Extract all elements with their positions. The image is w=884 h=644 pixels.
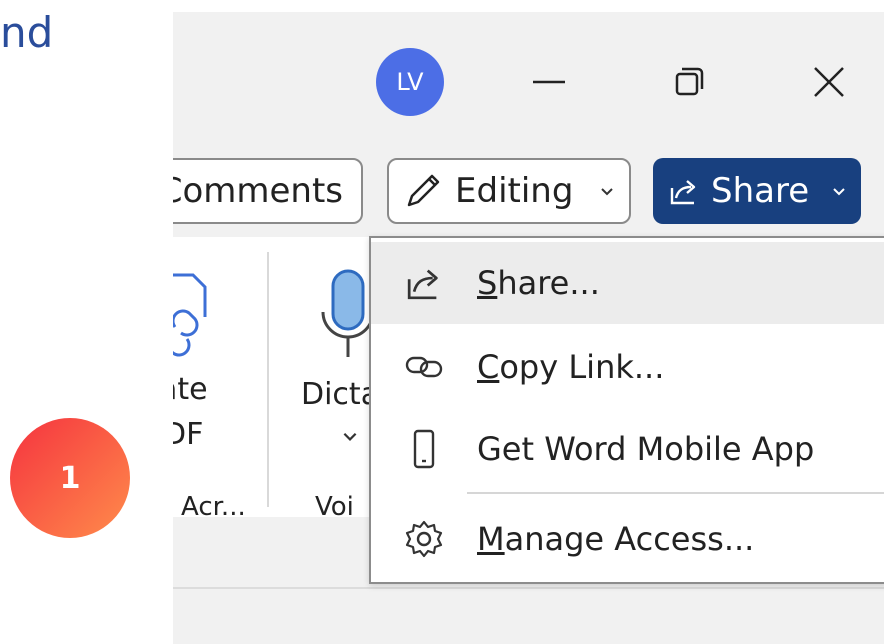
- menu-item-label: Copy Link...: [477, 348, 665, 386]
- step-badge: 1: [10, 418, 130, 538]
- share-dropdown-menu: Share... Copy Link... Get Word Mobile Ap…: [369, 236, 884, 584]
- close-icon[interactable]: [801, 54, 857, 110]
- page-heading: nd: [0, 0, 150, 80]
- heading-text: nd: [0, 8, 54, 57]
- menu-item-label: Manage Access...: [477, 520, 755, 558]
- mobile-phone-icon: [413, 429, 435, 469]
- acrobat-group-label: Acr...: [181, 492, 246, 522]
- user-avatar[interactable]: LV: [376, 48, 444, 116]
- link-icon: [405, 356, 443, 378]
- chevron-down-icon: [833, 188, 845, 196]
- avatar-initials: LV: [396, 68, 424, 96]
- share-button[interactable]: Share: [653, 158, 861, 224]
- comments-button[interactable]: Comments: [173, 158, 363, 224]
- menu-item-manage-access[interactable]: Manage Access...: [371, 498, 884, 580]
- share-icon: [407, 269, 438, 300]
- restore-icon[interactable]: [661, 54, 717, 110]
- editing-mode-button[interactable]: Editing: [387, 158, 631, 224]
- menu-item-label: Get Word Mobile App: [477, 430, 815, 468]
- create-pdf-label-line1[interactable]: ate: [173, 372, 208, 407]
- chevron-down-icon: [601, 188, 613, 196]
- status-divider: [173, 587, 884, 589]
- pencil-icon: [407, 174, 440, 207]
- editing-label: Editing: [455, 171, 574, 211]
- word-window-screenshot: LV Comments Editing Share te DF Acr... D…: [173, 12, 884, 644]
- minimize-icon[interactable]: [521, 54, 577, 110]
- voice-group-label: Voi: [315, 492, 354, 522]
- ribbon-group-divider: [267, 252, 269, 507]
- menu-item-share[interactable]: Share...: [371, 242, 884, 324]
- dictate-label[interactable]: Dicta: [301, 377, 379, 412]
- comments-label: Comments: [173, 171, 343, 211]
- menu-item-get-mobile-app[interactable]: Get Word Mobile App: [371, 408, 884, 490]
- step-number: 1: [59, 460, 81, 496]
- chevron-down-icon[interactable]: [341, 427, 359, 445]
- menu-item-label: Share...: [477, 264, 600, 302]
- create-pdf-icon: [173, 273, 207, 357]
- share-icon: [670, 180, 696, 205]
- gear-icon: [405, 520, 443, 558]
- menu-item-copy-link[interactable]: Copy Link...: [371, 326, 884, 408]
- share-label: Share: [711, 171, 810, 211]
- create-pdf-label-line2[interactable]: DF: [173, 417, 203, 452]
- menu-separator: [467, 492, 884, 494]
